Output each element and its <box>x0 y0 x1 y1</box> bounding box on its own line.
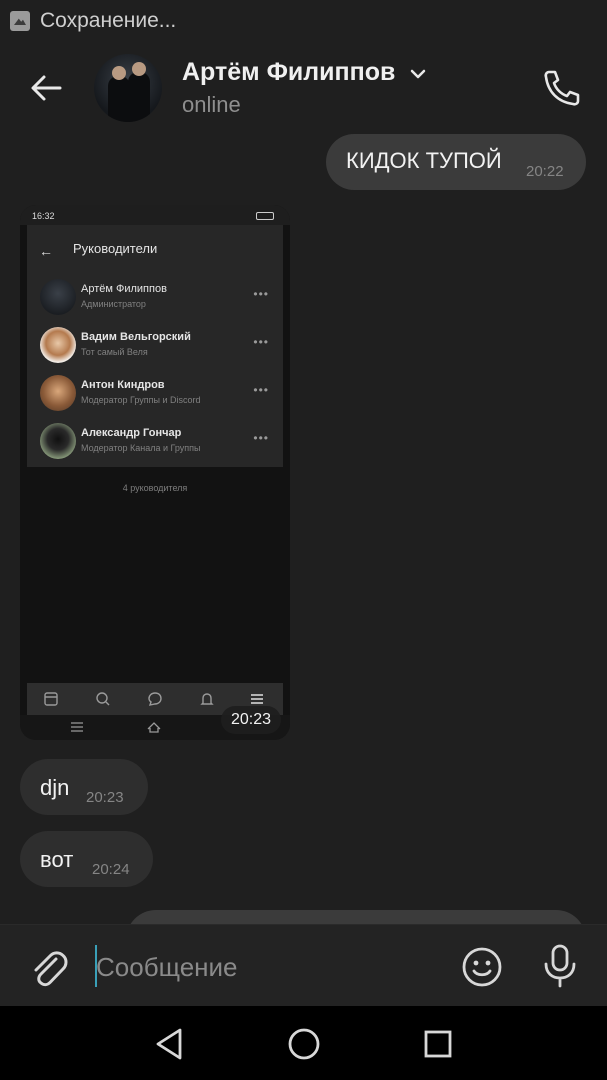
nav-back-icon[interactable] <box>150 1024 190 1064</box>
microphone-icon[interactable] <box>540 943 580 989</box>
nav-home-icon[interactable] <box>284 1024 324 1064</box>
list-item: Артём Филиппов Администратор ••• <box>27 273 283 321</box>
message-bubble-in[interactable]: вот 20:24 <box>20 831 153 887</box>
message-text: КИДОК ТУПОЙ <box>346 148 502 173</box>
avatar[interactable] <box>94 54 162 122</box>
image-save-icon <box>10 11 30 31</box>
message-bubble-out[interactable]: КИДОК ТУПОЙ 20:22 <box>326 134 586 190</box>
list-item: Александр Гончар Модератор Канала и Груп… <box>27 417 283 465</box>
chevron-down-icon[interactable] <box>408 64 428 84</box>
message-text: вот <box>40 847 74 872</box>
list-item: Антон Киндров Модератор Группы и Discord… <box>27 369 283 417</box>
message-time: 20:24 <box>92 861 130 878</box>
photo-member-list: Артём Филиппов Администратор ••• Вадим В… <box>27 273 283 467</box>
nav-recents-icon[interactable] <box>418 1024 458 1064</box>
text-caret <box>95 945 97 987</box>
list-item: Вадим Вельгорский Тот самый Веля ••• <box>27 321 283 369</box>
message-input[interactable] <box>96 943 436 991</box>
photo-title: Руководители <box>73 241 158 256</box>
status-text: Сохранение... <box>40 9 177 32</box>
photo-status-bar: 16:32 <box>20 205 290 225</box>
paperclip-icon[interactable] <box>26 945 70 989</box>
message-time: 20:22 <box>526 163 564 180</box>
message-bubble-in[interactable]: djn 20:23 <box>20 759 148 815</box>
phone-icon[interactable] <box>540 66 584 110</box>
smile-icon[interactable] <box>460 945 504 989</box>
composer <box>0 924 607 1006</box>
message-text: djn <box>40 775 70 800</box>
photo-member-count: 4 руководителя <box>122 483 188 493</box>
back-arrow-icon[interactable] <box>26 68 66 108</box>
contact-name[interactable]: Артём Филиппов <box>182 58 395 87</box>
photo-time: 20:23 <box>221 706 281 734</box>
system-navbar <box>0 1006 607 1080</box>
chat-header: Артём Филиппов online <box>0 48 607 130</box>
contact-status: online <box>182 92 241 117</box>
photo-message[interactable]: 16:32 ← Руководители Артём Филиппов Адми… <box>20 205 290 740</box>
status-bar: Сохранение... <box>0 0 607 42</box>
message-time: 20:23 <box>86 789 124 806</box>
photo-header: ← Руководители <box>27 225 283 273</box>
